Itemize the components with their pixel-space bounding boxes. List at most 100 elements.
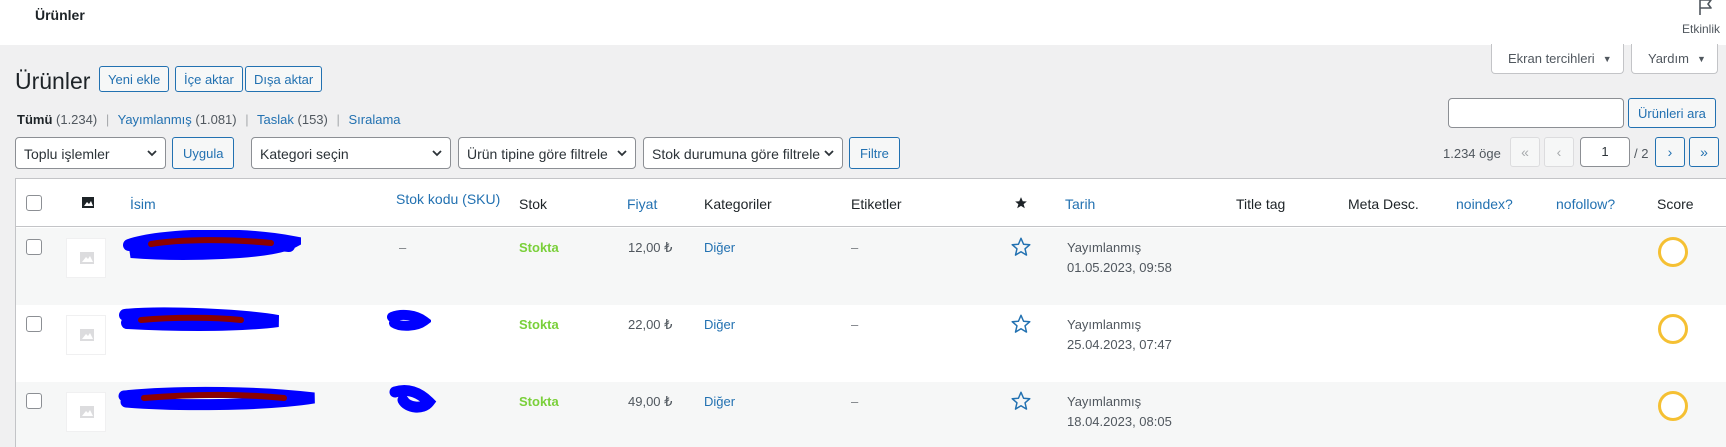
- category-select[interactable]: Kategori seçin: [251, 137, 451, 169]
- row-stock: Stokta: [519, 394, 559, 409]
- product-thumbnail[interactable]: [66, 315, 106, 355]
- category-value: Kategori seçin: [260, 146, 349, 162]
- column-meta-desc: Meta Desc.: [1348, 196, 1419, 212]
- items-count: 1.234 öge: [1443, 146, 1501, 161]
- row-date: 01.05.2023, 09:58: [1067, 260, 1172, 275]
- column-price[interactable]: Fiyat: [627, 196, 657, 212]
- seo-score-indicator: [1658, 314, 1688, 344]
- seo-score-indicator: [1658, 237, 1688, 267]
- search-products-button[interactable]: Ürünleri ara: [1628, 98, 1716, 128]
- activity-label: Etkinlik: [1682, 22, 1721, 36]
- total-pages: / 2: [1634, 146, 1649, 161]
- row-checkbox[interactable]: [26, 316, 42, 332]
- row-stock: Stokta: [519, 317, 559, 332]
- view-published-count: (1.081): [195, 112, 237, 127]
- filter-button[interactable]: Filtre: [849, 137, 900, 169]
- bulk-actions-select[interactable]: Toplu işlemler: [15, 137, 166, 169]
- view-filters: Tümü (1.234) | Yayımlanmış (1.081) | Tas…: [17, 112, 401, 127]
- bulk-actions-value: Toplu işlemler: [24, 146, 110, 162]
- table-row: Stokta 22,00 ₺ Diğer – Yayımlanmış 25.04…: [16, 305, 1726, 382]
- row-checkbox[interactable]: [26, 393, 42, 409]
- seo-score-indicator: [1658, 391, 1688, 421]
- column-score: Score: [1657, 196, 1694, 212]
- image-placeholder-icon: [80, 406, 94, 418]
- chevron-down-icon: [432, 150, 442, 157]
- column-nofollow[interactable]: nofollow?: [1556, 196, 1615, 212]
- row-date: 25.04.2023, 07:47: [1067, 337, 1172, 352]
- apply-button[interactable]: Uygula: [172, 137, 235, 169]
- stock-status-select[interactable]: Stok durumuna göre filtrele: [643, 137, 843, 169]
- image-placeholder-icon: [80, 252, 94, 264]
- view-all-count: (1.234): [56, 112, 98, 127]
- stock-status-value: Stok durumuna göre filtrele: [652, 146, 821, 162]
- view-draft[interactable]: Taslak: [257, 112, 294, 127]
- redacted-name[interactable]: [121, 230, 301, 260]
- top-header: Ürünler Etkinlik: [0, 0, 1726, 45]
- column-categories: Kategoriler: [704, 196, 772, 212]
- row-price: 49,00 ₺: [628, 394, 673, 409]
- screen-options-button[interactable]: Ekran tercihleri ▼: [1491, 44, 1624, 74]
- screen-options-label: Ekran tercihleri: [1508, 51, 1595, 66]
- view-published[interactable]: Yayımlanmış: [118, 112, 192, 127]
- featured-star-icon[interactable]: [1010, 390, 1032, 412]
- product-type-value: Ürün tipine göre filtrele: [467, 146, 608, 162]
- row-price: 22,00 ₺: [628, 317, 673, 332]
- featured-star-icon[interactable]: [1010, 236, 1032, 258]
- row-category[interactable]: Diğer: [704, 317, 735, 332]
- product-search-input[interactable]: [1448, 98, 1624, 128]
- products-table: İsim Stok kodu (SKU) Stok Fiyat Kategori…: [15, 178, 1726, 447]
- current-page-input[interactable]: 1: [1580, 137, 1630, 167]
- prev-page-button[interactable]: ‹: [1544, 137, 1574, 167]
- star-filled-icon[interactable]: [1014, 196, 1028, 210]
- chevron-down-icon: [617, 150, 627, 157]
- page-title: Ürünler: [15, 68, 91, 94]
- product-thumbnail[interactable]: [66, 238, 106, 278]
- column-tags: Etiketler: [851, 196, 902, 212]
- caret-down-icon: ▼: [1602, 54, 1612, 64]
- row-tags: –: [851, 240, 859, 255]
- column-stock: Stok: [519, 196, 548, 212]
- select-all-checkbox[interactable]: [26, 195, 42, 211]
- row-stock: Stokta: [519, 240, 559, 255]
- export-button[interactable]: Dışa aktar: [245, 66, 323, 92]
- row-status: Yayımlanmış: [1067, 317, 1142, 332]
- image-placeholder-icon: [80, 329, 94, 341]
- last-page-button[interactable]: »: [1689, 137, 1719, 167]
- next-page-button[interactable]: ›: [1655, 137, 1685, 167]
- add-new-button[interactable]: Yeni ekle: [99, 66, 170, 92]
- column-name[interactable]: İsim: [130, 196, 156, 212]
- import-button[interactable]: İçe aktar: [175, 66, 243, 92]
- column-sku[interactable]: Stok kodu (SKU): [396, 191, 500, 207]
- chevron-down-icon: [147, 150, 157, 157]
- row-checkbox[interactable]: [26, 239, 42, 255]
- help-label: Yardım: [1648, 51, 1689, 66]
- row-tags: –: [851, 394, 859, 409]
- view-all[interactable]: Tümü: [17, 112, 52, 127]
- view-sorting[interactable]: Sıralama: [349, 112, 401, 127]
- activity-button[interactable]: Etkinlik: [1682, 0, 1726, 45]
- redacted-sku: [387, 309, 431, 331]
- row-tags: –: [851, 317, 859, 332]
- view-draft-count: (153): [297, 112, 328, 127]
- table-row: Stokta 49,00 ₺ Diğer – Yayımlanmış 18.04…: [16, 382, 1726, 447]
- redacted-sku: [389, 384, 437, 413]
- redacted-name[interactable]: [113, 305, 288, 335]
- table-header: İsim Stok kodu (SKU) Stok Fiyat Kategori…: [16, 179, 1726, 227]
- image-icon: [82, 197, 94, 208]
- column-date[interactable]: Tarih: [1065, 196, 1095, 212]
- row-date: 18.04.2023, 08:05: [1067, 414, 1172, 429]
- caret-down-icon: ▼: [1696, 54, 1706, 64]
- help-button[interactable]: Yardım ▼: [1631, 44, 1718, 74]
- row-status: Yayımlanmış: [1067, 394, 1142, 409]
- product-thumbnail[interactable]: [66, 392, 106, 432]
- column-noindex[interactable]: noindex?: [1456, 196, 1513, 212]
- featured-star-icon[interactable]: [1010, 313, 1032, 335]
- row-category[interactable]: Diğer: [704, 240, 735, 255]
- first-page-button[interactable]: «: [1510, 137, 1540, 167]
- column-title-tag: Title tag: [1236, 196, 1286, 212]
- row-price: 12,00 ₺: [628, 240, 673, 255]
- chevron-down-icon: [824, 150, 834, 157]
- product-type-select[interactable]: Ürün tipine göre filtrele: [458, 137, 636, 169]
- row-category[interactable]: Diğer: [704, 394, 735, 409]
- redacted-name[interactable]: [114, 386, 324, 412]
